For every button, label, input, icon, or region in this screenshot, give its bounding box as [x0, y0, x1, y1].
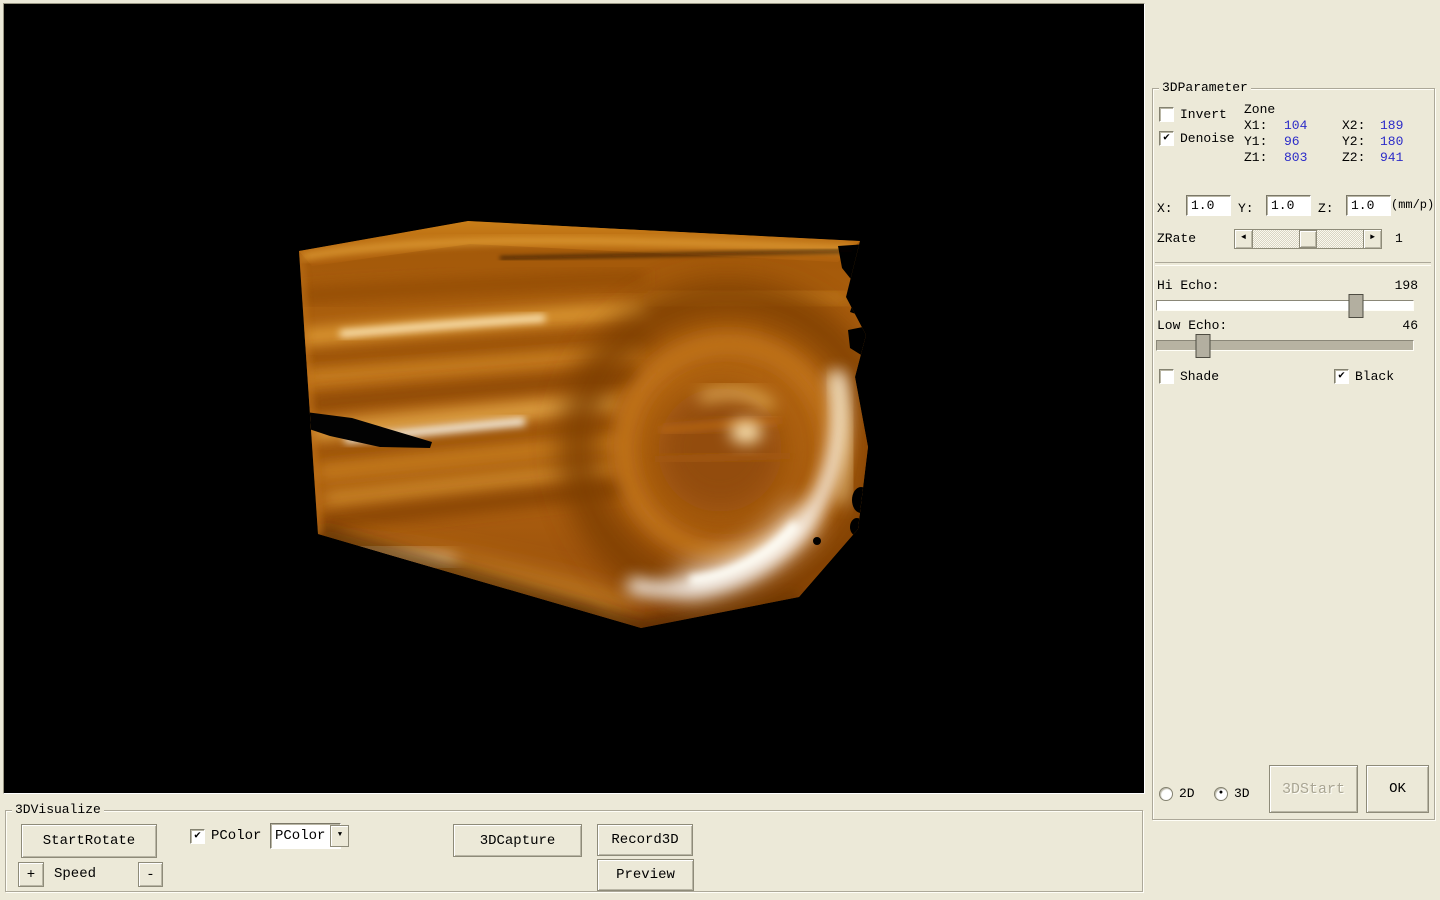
invert-checkbox[interactable]: Invert — [1159, 107, 1227, 122]
check-mark-icon: ✔ — [1163, 133, 1170, 144]
separator — [1155, 262, 1431, 266]
start-rotate-button[interactable]: StartRotate — [21, 824, 157, 858]
pcolor-label: PColor — [211, 828, 261, 844]
zone-z1-value: 803 — [1284, 150, 1342, 165]
3d-viewport[interactable] — [3, 3, 1145, 794]
radio-3d-circle[interactable]: ● — [1214, 787, 1228, 801]
x-scale-input[interactable] — [1186, 195, 1231, 216]
radio-2d-label: 2D — [1179, 786, 1195, 801]
zone-z2-value: 941 — [1380, 150, 1430, 165]
hi-echo-track[interactable] — [1156, 300, 1414, 311]
y-scale-label: Y: — [1238, 201, 1254, 216]
zone-y2-value: 180 — [1380, 134, 1430, 149]
radio-dot-icon: ● — [1219, 790, 1223, 797]
visualize-title: 3DVisualize — [12, 802, 104, 818]
speed-minus-button[interactable]: - — [138, 862, 163, 887]
zone-row-y: Y1: 96 Y2: 180 — [1244, 134, 1430, 149]
radio-2d[interactable]: 2D — [1159, 786, 1195, 801]
zrate-track[interactable] — [1253, 229, 1363, 249]
pcolor-dropdown[interactable]: PColor ▼ — [270, 823, 341, 849]
low-echo-value: 46 — [1402, 318, 1418, 333]
shade-label: Shade — [1180, 369, 1219, 384]
app-window: { "colors": { "window_bg": "#ece9d8", "v… — [0, 0, 1440, 900]
scale-unit-label: (mm/p) — [1391, 198, 1434, 212]
zone-label: Zone — [1244, 102, 1275, 117]
check-mark-icon: ✔ — [1338, 371, 1345, 382]
zrate-right-arrow-icon[interactable]: ► — [1363, 229, 1382, 249]
3dcapture-button[interactable]: 3DCapture — [453, 824, 582, 857]
hi-echo-value: 198 — [1395, 278, 1418, 293]
record3d-button[interactable]: Record3D — [597, 824, 693, 856]
dropdown-arrow-icon[interactable]: ▼ — [330, 825, 349, 847]
zrate-value: 1 — [1395, 231, 1403, 246]
ok-button[interactable]: OK — [1366, 765, 1429, 813]
speed-plus-button[interactable]: + — [18, 862, 44, 887]
low-echo-slider[interactable] — [1156, 333, 1414, 357]
zone-x1-label: X1: — [1244, 118, 1284, 133]
z-scale-input[interactable] — [1346, 195, 1391, 216]
preview-button[interactable]: Preview — [597, 859, 694, 891]
pcolor-checkbox-box[interactable]: ✔ — [190, 829, 205, 844]
hi-echo-thumb[interactable] — [1349, 294, 1364, 318]
3dstart-button[interactable]: 3DStart — [1269, 765, 1358, 813]
radio-2d-circle[interactable] — [1159, 787, 1173, 801]
visualize-groupbox: 3DVisualize StartRotate + Speed - ✔ PCol… — [5, 810, 1143, 892]
check-mark-icon: ✔ — [194, 831, 201, 842]
parameter-groupbox: 3DParameter Invert ✔ Denoise Zone X1: 10… — [1152, 88, 1435, 820]
zone-x2-value: 189 — [1380, 118, 1430, 133]
parameter-title: 3DParameter — [1159, 80, 1251, 96]
zrate-scrollbar[interactable]: ◄ ► — [1234, 229, 1382, 247]
black-checkbox[interactable]: ✔ Black — [1334, 369, 1394, 384]
zone-row-z: Z1: 803 Z2: 941 — [1244, 150, 1430, 165]
hi-echo-slider[interactable] — [1156, 293, 1414, 317]
pcolor-dropdown-value: PColor — [271, 828, 329, 844]
x-scale-label: X: — [1157, 201, 1173, 216]
denoise-label: Denoise — [1180, 131, 1235, 146]
speed-label: Speed — [54, 866, 96, 882]
zone-z2-label: Z2: — [1342, 150, 1380, 165]
black-checkbox-box[interactable]: ✔ — [1334, 369, 1349, 384]
denoise-checkbox[interactable]: ✔ Denoise — [1159, 131, 1235, 146]
zone-x2-label: X2: — [1342, 118, 1380, 133]
invert-checkbox-box[interactable] — [1159, 107, 1174, 122]
zone-y1-value: 96 — [1284, 134, 1342, 149]
shade-checkbox-box[interactable] — [1159, 369, 1174, 384]
shade-checkbox[interactable]: Shade — [1159, 369, 1219, 384]
zone-y1-label: Y1: — [1244, 134, 1284, 149]
hi-echo-label: Hi Echo: — [1157, 278, 1219, 293]
radio-3d-label: 3D — [1234, 786, 1250, 801]
zone-x1-value: 104 — [1284, 118, 1342, 133]
zrate-thumb[interactable] — [1299, 230, 1317, 248]
volume-render — [4, 4, 1144, 793]
zone-row-x: X1: 104 X2: 189 — [1244, 118, 1430, 133]
zrate-left-arrow-icon[interactable]: ◄ — [1234, 229, 1253, 249]
zone-y2-label: Y2: — [1342, 134, 1380, 149]
low-echo-label: Low Echo: — [1157, 318, 1227, 333]
invert-label: Invert — [1180, 107, 1227, 122]
z-scale-label: Z: — [1318, 201, 1334, 216]
zrate-label: ZRate — [1157, 231, 1196, 246]
zone-z1-label: Z1: — [1244, 150, 1284, 165]
black-label: Black — [1355, 369, 1394, 384]
pcolor-checkbox[interactable]: ✔ PColor — [190, 828, 261, 844]
y-scale-input[interactable] — [1266, 195, 1311, 216]
denoise-checkbox-box[interactable]: ✔ — [1159, 131, 1174, 146]
low-echo-thumb[interactable] — [1195, 334, 1210, 358]
radio-3d[interactable]: ● 3D — [1214, 786, 1250, 801]
